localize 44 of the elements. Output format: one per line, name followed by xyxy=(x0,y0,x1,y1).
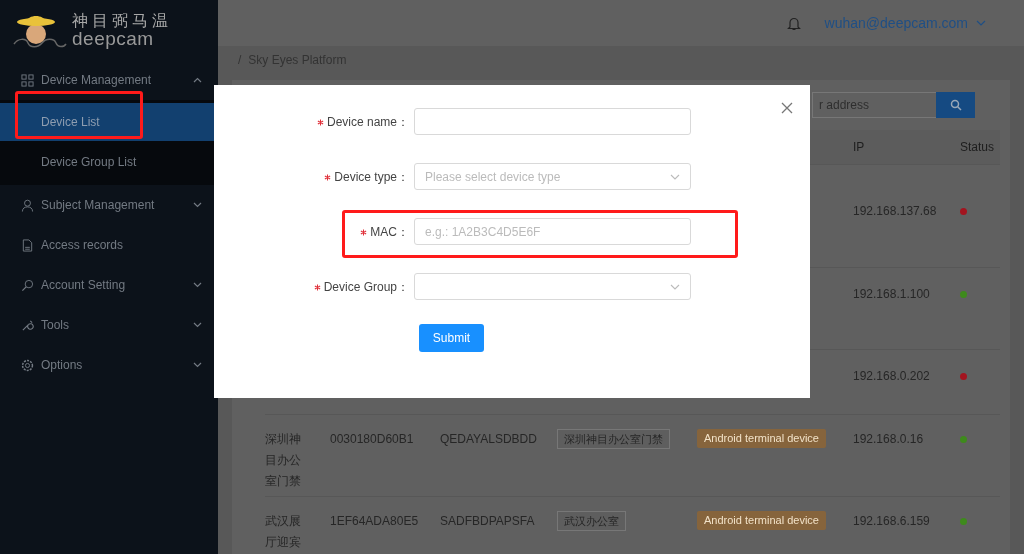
field-label: Device name： xyxy=(326,114,409,131)
field-label: Device type： xyxy=(334,169,409,186)
search-icon xyxy=(949,99,962,111)
sidebar-item[interactable]: Tools xyxy=(0,305,218,345)
caret-icon xyxy=(976,20,986,26)
sidebar-subitem[interactable]: Device Group List xyxy=(0,143,218,181)
table-cell-text: 0030180D60B1 xyxy=(330,431,415,448)
table-cell-text: 192.168.0.16 xyxy=(853,431,925,448)
device-type-tag: Android terminal device xyxy=(697,511,826,530)
document-icon xyxy=(21,238,34,252)
table-cell-text: QEDAYALSDBDD xyxy=(440,431,538,448)
grid-icon xyxy=(21,73,34,87)
bell-icon[interactable] xyxy=(786,15,801,31)
column-header: IP xyxy=(853,140,866,154)
sidebar-item[interactable]: Options xyxy=(0,345,218,385)
submit-button[interactable]: Submit xyxy=(419,324,484,352)
select-field[interactable] xyxy=(414,273,691,300)
table-cell-text: 192.168.0.202 xyxy=(853,368,931,385)
caret-icon xyxy=(670,173,680,180)
device-type-tag: Android terminal device xyxy=(697,429,826,448)
table-cell-text: 192.168.137.68 xyxy=(853,203,938,220)
search-icon xyxy=(21,278,34,292)
table-cell-text: 192.168.6.159 xyxy=(853,513,931,530)
search-button[interactable] xyxy=(936,92,975,118)
sidebar-item[interactable]: Account Setting xyxy=(0,265,218,305)
wrench-icon xyxy=(21,318,34,332)
caret-icon xyxy=(670,283,680,290)
sidebar-item[interactable]: Subject Management xyxy=(0,185,218,225)
table-cell-text: 1EF64ADA80E5 xyxy=(330,513,420,530)
input-field[interactable]: e.g.: 1A2B3C4D5E6F xyxy=(414,218,691,245)
field-label: MAC： xyxy=(370,224,409,241)
table-cell-text: SADFBDPAPSFA xyxy=(440,513,536,530)
sidebar-item[interactable]: Device Management xyxy=(0,60,218,100)
close-icon[interactable] xyxy=(781,102,793,114)
input-field[interactable] xyxy=(414,108,691,135)
column-header: Status xyxy=(960,140,996,154)
breadcrumb-separator: / xyxy=(238,53,242,67)
settings-icon xyxy=(21,358,34,372)
field-label: Device Group： xyxy=(323,279,409,296)
logo-title: 神目弼马温 xyxy=(72,12,172,29)
sidebar-item[interactable]: Access records xyxy=(0,225,218,265)
user-icon xyxy=(21,198,34,212)
logo-wordmark: deepcam xyxy=(72,28,154,48)
table-cell-text: 192.168.1.100 xyxy=(853,286,931,303)
